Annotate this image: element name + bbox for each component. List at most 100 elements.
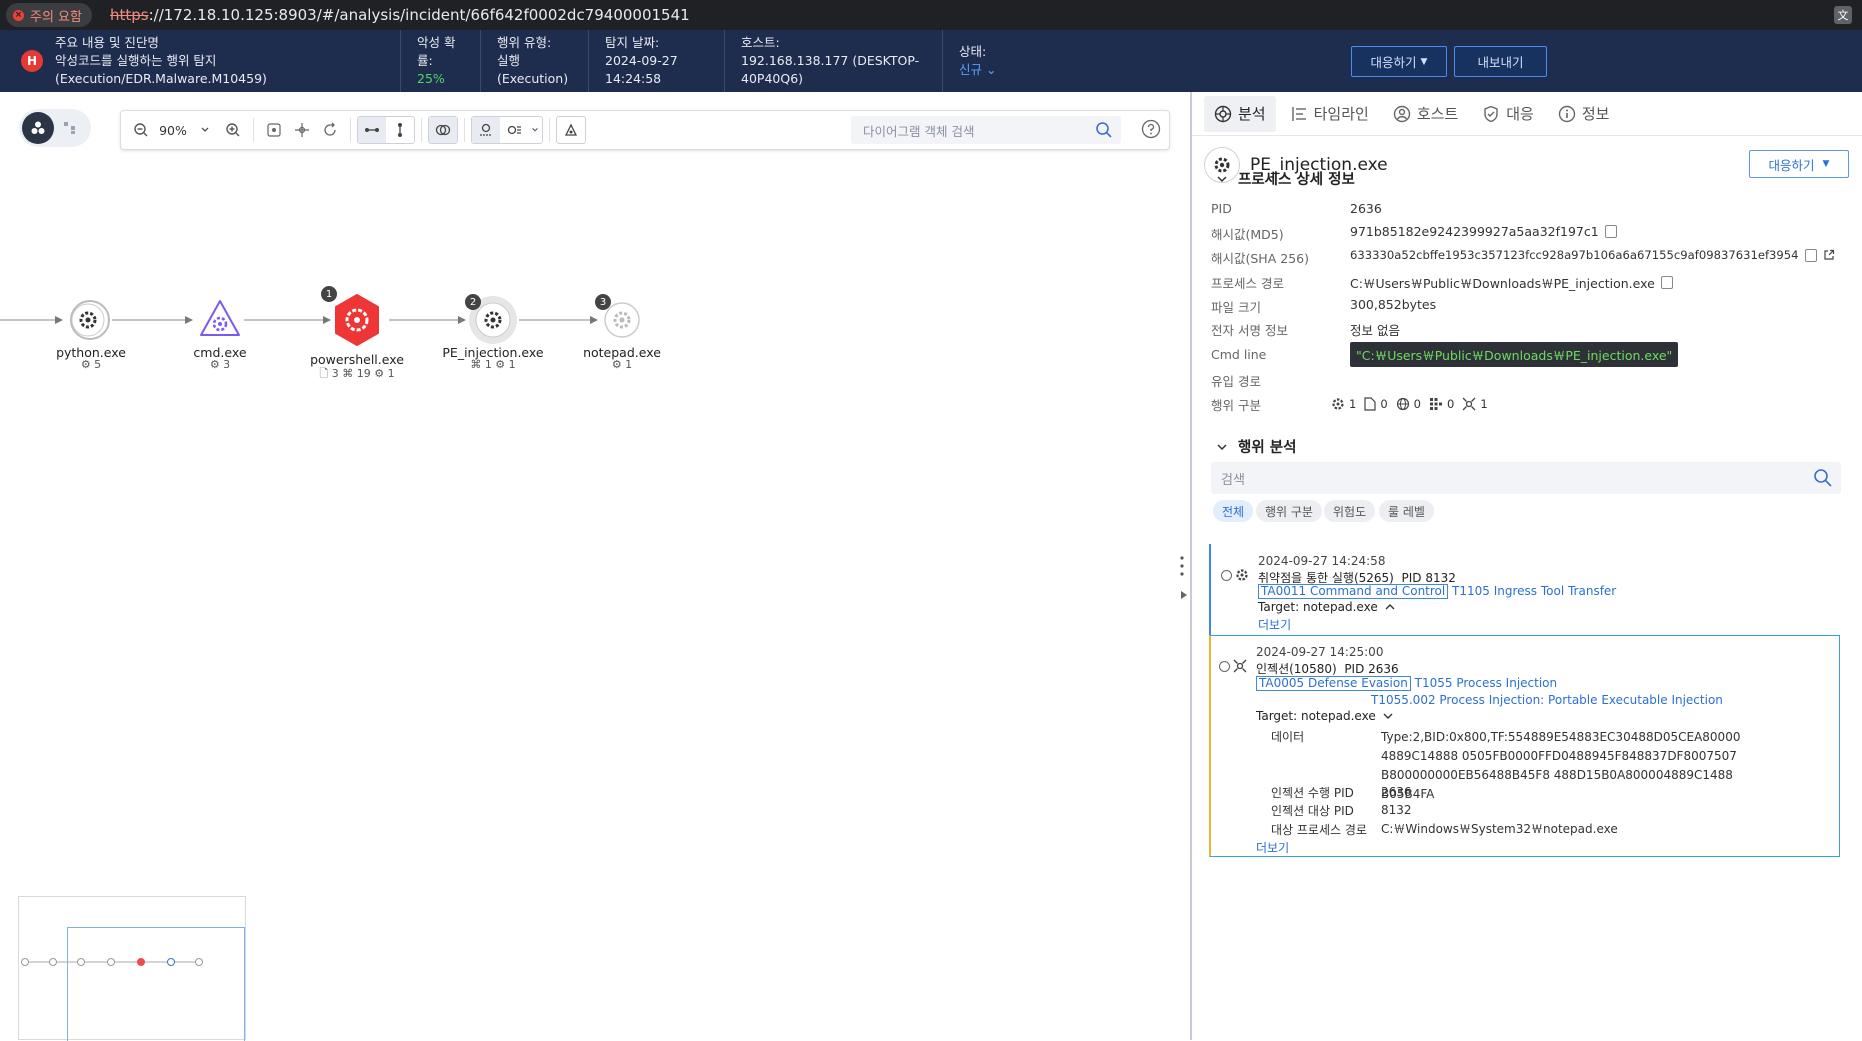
process-behavior-count: 1 bbox=[1349, 397, 1357, 411]
lock-toggle bbox=[556, 116, 586, 144]
url-field[interactable]: https://172.18.10.125:8903/#/analysis/in… bbox=[110, 6, 690, 24]
detect-date-value: 2024-09-27 14:24:58 bbox=[605, 53, 678, 86]
card-title-text: 취약점을 통한 실행(5265) bbox=[1258, 571, 1394, 585]
collapse-arrow-icon[interactable] bbox=[1180, 590, 1188, 600]
cmd-value: "C:￦Users￦Public￦Downloads￦PE_injection.… bbox=[1350, 342, 1679, 367]
technique-link[interactable]: T1055 Process Injection bbox=[1415, 676, 1557, 690]
chevron-down-icon[interactable] bbox=[528, 117, 542, 143]
pid-value: 2636 bbox=[1350, 201, 1382, 216]
security-warning-chip[interactable]: × 주의 요함 bbox=[6, 3, 92, 27]
diagram-toolbar: 90% 다이어그램 객체 검색 bbox=[120, 110, 1170, 150]
filter-chip-risk[interactable]: 위험도 bbox=[1324, 500, 1376, 522]
process-behavior-icon bbox=[1235, 568, 1249, 582]
process-respond-button[interactable]: 대응하기 ▼ bbox=[1749, 150, 1849, 178]
horizontal-layout-icon[interactable] bbox=[358, 117, 386, 143]
respond-dropdown-button[interactable]: 대응하기 ▼ bbox=[1351, 46, 1447, 77]
diagnosis-value: 악성코드를 실행하는 행위 탐지 (Execution/EDR.Malware.… bbox=[55, 53, 267, 86]
host-value: 192.168.138.177 (DESKTOP-40P40Q6) bbox=[741, 53, 920, 86]
card-pid: PID 8132 bbox=[1401, 571, 1456, 585]
technique-link[interactable]: T1105 Ingress Tool Transfer bbox=[1452, 584, 1616, 598]
behavior-card[interactable]: 2024-09-27 14:24:58 취약점을 통한 실행(5265) PID… bbox=[1209, 544, 1840, 635]
search-icon[interactable] bbox=[1813, 468, 1833, 488]
zoom-out-icon[interactable] bbox=[127, 116, 155, 144]
tree-view-icon[interactable] bbox=[54, 112, 86, 144]
diagram-search-placeholder: 다이어그램 객체 검색 bbox=[863, 123, 975, 139]
sub-technique-link[interactable]: T1055.002 Process Injection: Portable Ex… bbox=[1371, 693, 1723, 707]
tactic-tag[interactable]: TA0005 Defense Evasion bbox=[1256, 676, 1411, 691]
diagram-search-input[interactable]: 다이어그램 객체 검색 bbox=[851, 116, 1121, 144]
copy-icon[interactable] bbox=[1804, 248, 1817, 262]
filter-chip-all[interactable]: 전체 bbox=[1213, 500, 1254, 522]
tab-response[interactable]: 대응 bbox=[1472, 96, 1544, 132]
zoom-in-icon[interactable] bbox=[219, 116, 247, 144]
zoom-level[interactable]: 90% bbox=[155, 123, 191, 138]
graph-view-icon[interactable] bbox=[22, 112, 54, 144]
fit-screen-icon[interactable] bbox=[260, 116, 288, 144]
copy-icon[interactable] bbox=[1604, 225, 1617, 238]
filter-chip-behavior[interactable]: 행위 구분 bbox=[1256, 500, 1322, 522]
card-radio[interactable] bbox=[1219, 661, 1230, 672]
target-path-value: C:￦Windows￦System32￦notepad.exe bbox=[1381, 822, 1618, 836]
minimap[interactable] bbox=[18, 896, 246, 1041]
chevron-down-icon bbox=[1216, 173, 1228, 185]
behavior-type-value: 실행(Execution) bbox=[497, 53, 569, 86]
behavior-search-placeholder: 검색 bbox=[1221, 472, 1245, 488]
lock-icon[interactable] bbox=[557, 117, 585, 143]
refresh-icon[interactable] bbox=[316, 116, 344, 144]
node-notepad[interactable] bbox=[604, 302, 640, 338]
label-filter-icon[interactable] bbox=[500, 117, 528, 143]
tab-info[interactable]: 정보 bbox=[1548, 96, 1620, 132]
behavior-search-input[interactable]: 검색 bbox=[1211, 462, 1841, 494]
field-label: 파일 크기 bbox=[1211, 300, 1261, 315]
card-target[interactable]: Target: notepad.exe bbox=[1256, 709, 1393, 723]
field-label: 해시값(MD5) bbox=[1211, 227, 1284, 242]
tactic-tag[interactable]: TA0011 Command and Control bbox=[1258, 584, 1449, 599]
chevron-down-icon[interactable] bbox=[191, 116, 219, 144]
external-link-icon[interactable] bbox=[1823, 249, 1835, 261]
export-button[interactable]: 내보내기 bbox=[1454, 46, 1547, 77]
tab-host[interactable]: 호스트 bbox=[1383, 96, 1468, 132]
help-icon[interactable] bbox=[1141, 119, 1161, 139]
vertical-layout-icon[interactable] bbox=[386, 117, 414, 143]
target-text: Target: notepad.exe bbox=[1258, 600, 1378, 614]
status-dropdown[interactable]: 신규 ⌄ bbox=[959, 61, 1002, 79]
node-cmd[interactable] bbox=[200, 300, 240, 336]
behavior-type-label: 행위 유형: bbox=[497, 35, 552, 50]
view-mode-toggle[interactable] bbox=[19, 109, 91, 147]
field-label: 유입 경로 bbox=[1211, 374, 1261, 389]
search-icon[interactable] bbox=[1095, 121, 1113, 139]
field-label: 전자 서명 정보 bbox=[1211, 323, 1288, 338]
status-column[interactable]: 상태: 신규 ⌄ bbox=[942, 30, 1022, 92]
field-label: Cmd line bbox=[1211, 347, 1267, 362]
card-target[interactable]: Target: notepad.exe bbox=[1258, 600, 1395, 614]
node-filter-icon[interactable] bbox=[472, 117, 500, 143]
behavior-card[interactable]: 2024-09-27 14:25:00 인젝션(10580) PID 2636 … bbox=[1209, 635, 1840, 857]
size-value: 300,852bytes bbox=[1350, 297, 1436, 312]
overlap-icon[interactable] bbox=[429, 117, 457, 143]
process-detail-header[interactable]: 프로세스 상세 정보 bbox=[1216, 168, 1355, 189]
export-button-label: 내보내기 bbox=[1477, 55, 1524, 70]
more-link[interactable]: 더보기 bbox=[1258, 616, 1291, 633]
caret-down-icon: ▼ bbox=[1822, 159, 1830, 169]
toolbar-divider bbox=[549, 118, 550, 142]
tab-timeline[interactable]: 타임라인 bbox=[1280, 96, 1379, 132]
process-behavior-icon bbox=[1331, 397, 1345, 411]
url-path: ://172.18.10.125:8903/#/analysis/inciden… bbox=[148, 6, 690, 24]
caret-down-icon: ▼ bbox=[1420, 56, 1428, 67]
translate-icon[interactable]: 文 bbox=[1834, 6, 1852, 24]
node-python[interactable] bbox=[70, 300, 110, 340]
center-icon[interactable] bbox=[288, 116, 316, 144]
analysis-icon bbox=[1214, 105, 1232, 123]
toolbar-divider bbox=[253, 118, 254, 142]
behavior-analysis-header[interactable]: 행위 분석 bbox=[1216, 436, 1296, 457]
card-time: 2024-09-27 14:25:00 bbox=[1256, 645, 1384, 659]
size-text: 300,852bytes bbox=[1350, 297, 1437, 312]
drag-handle-icon[interactable] bbox=[1180, 555, 1184, 577]
filter-chip-rule-level[interactable]: 룰 레벨 bbox=[1379, 500, 1434, 522]
card-radio[interactable] bbox=[1221, 570, 1232, 581]
path-text: C:￦Users￦Public￦Downloads￦PE_injection.e… bbox=[1350, 276, 1655, 291]
more-link[interactable]: 더보기 bbox=[1256, 839, 1289, 856]
tab-analysis[interactable]: 분석 bbox=[1204, 95, 1276, 132]
node-powershell[interactable] bbox=[335, 294, 379, 346]
copy-icon[interactable] bbox=[1660, 276, 1673, 289]
